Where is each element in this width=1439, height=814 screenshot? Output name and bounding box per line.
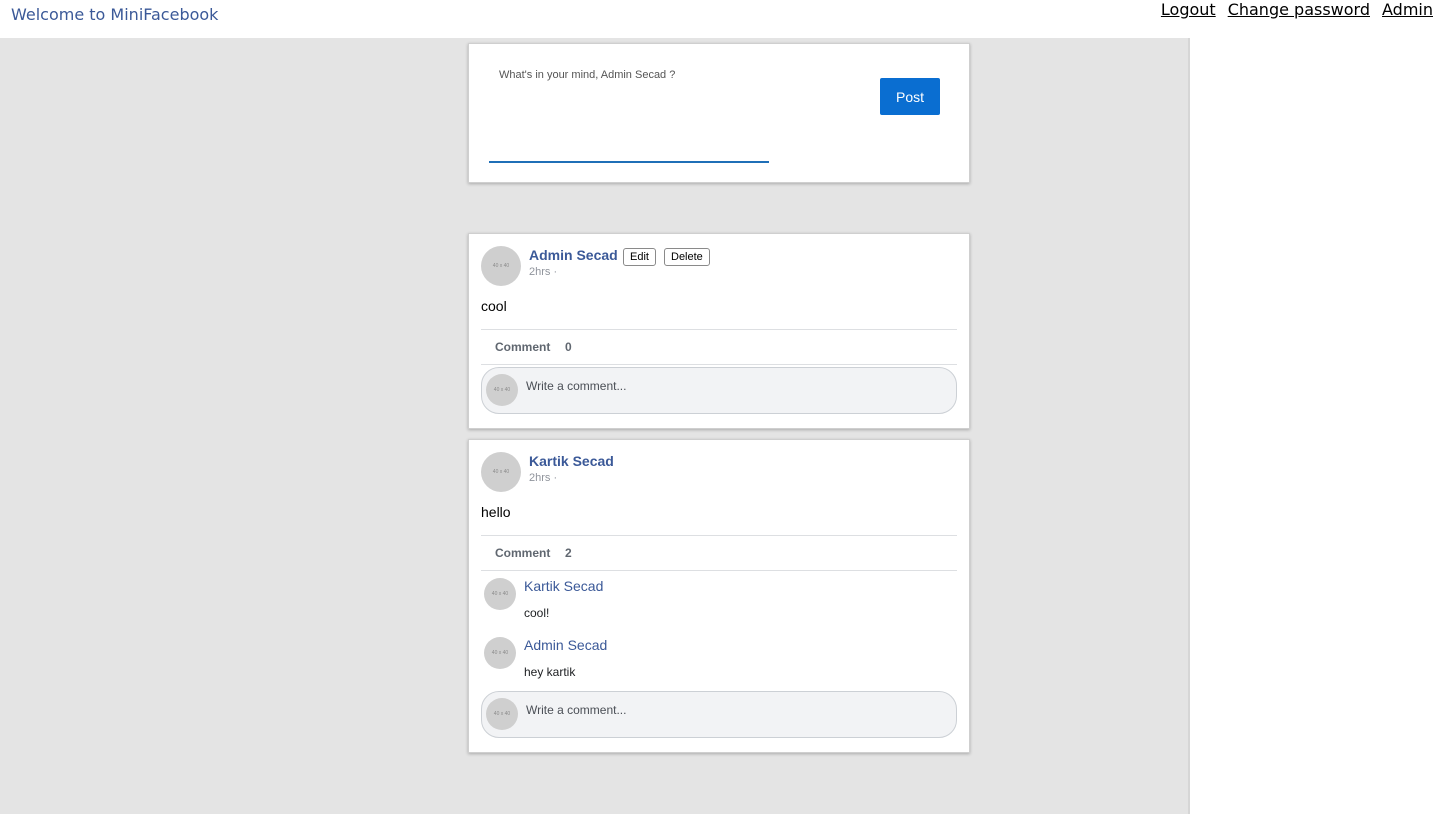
comment-label[interactable]: Comment [495,340,550,354]
post-card: 40 x 40 Kartik Secad 2hrs · hello Commen… [468,439,970,753]
delete-button[interactable]: Delete [664,248,710,266]
avatar: 40 x 40 [486,698,518,730]
top-bar: Welcome to MiniFacebook Logout Change pa… [0,0,1439,38]
avatar: 40 x 40 [481,452,521,492]
right-pane [1188,38,1439,814]
comment-author[interactable]: Admin Secad [524,637,607,653]
comment-label[interactable]: Comment [495,546,550,560]
comment-input[interactable] [526,700,946,720]
divider [481,570,957,571]
post-card: 40 x 40 Admin Secad Edit Delete 2hrs · c… [468,233,970,429]
divider [481,364,957,365]
composer-input[interactable]: What's in your mind, Admin Secad ? [499,69,675,81]
comment-text: cool! [524,606,550,620]
comment-box: 40 x 40 [481,367,957,414]
avatar: 40 x 40 [481,246,521,286]
post-author[interactable]: Admin Secad [529,247,618,263]
logout-link[interactable]: Logout [1161,0,1216,19]
post-button[interactable]: Post [880,78,940,115]
composer-underline [489,161,769,163]
post-timestamp: 2hrs · [529,472,558,484]
post-composer: What's in your mind, Admin Secad ? Post [468,43,970,183]
divider [481,535,957,536]
post-timestamp: 2hrs · [529,266,558,278]
edit-button[interactable]: Edit [623,248,656,266]
admin-link[interactable]: Admin [1382,0,1433,19]
welcome-title: Welcome to MiniFacebook [11,5,219,24]
avatar: 40 x 40 [486,374,518,406]
comment-box: 40 x 40 [481,691,957,738]
avatar: 40 x 40 [484,637,516,669]
comment-count: 2 [565,546,572,560]
avatar: 40 x 40 [484,578,516,610]
top-nav: Logout Change password Admin [1161,0,1433,19]
post-author[interactable]: Kartik Secad [529,453,614,469]
post-content: hello [481,504,511,520]
comment-text: hey kartik [524,665,576,679]
change-password-link[interactable]: Change password [1228,0,1370,19]
post-content: cool [481,298,507,314]
divider [481,329,957,330]
comment-input[interactable] [526,376,946,396]
comment-count: 0 [565,340,572,354]
comment-author[interactable]: Kartik Secad [524,578,603,594]
